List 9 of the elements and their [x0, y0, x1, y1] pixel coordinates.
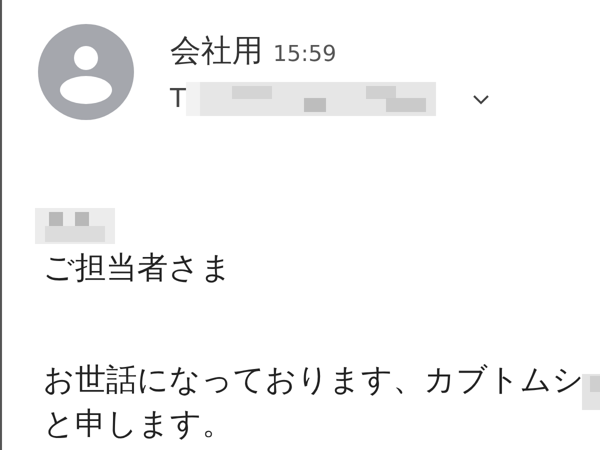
- body-text: ご担当者さま: [43, 249, 232, 288]
- sent-time: 15:59: [273, 42, 336, 67]
- body-text: お世話になっております、カブトムシ: [43, 361, 584, 400]
- recipient-text: T: [170, 84, 186, 114]
- avatar-icon: [38, 24, 134, 120]
- redaction-blur: [582, 374, 600, 410]
- sender-name: 会社用: [170, 32, 263, 71]
- chevron-down-icon[interactable]: [472, 94, 490, 104]
- body-text: と申します。: [43, 405, 233, 444]
